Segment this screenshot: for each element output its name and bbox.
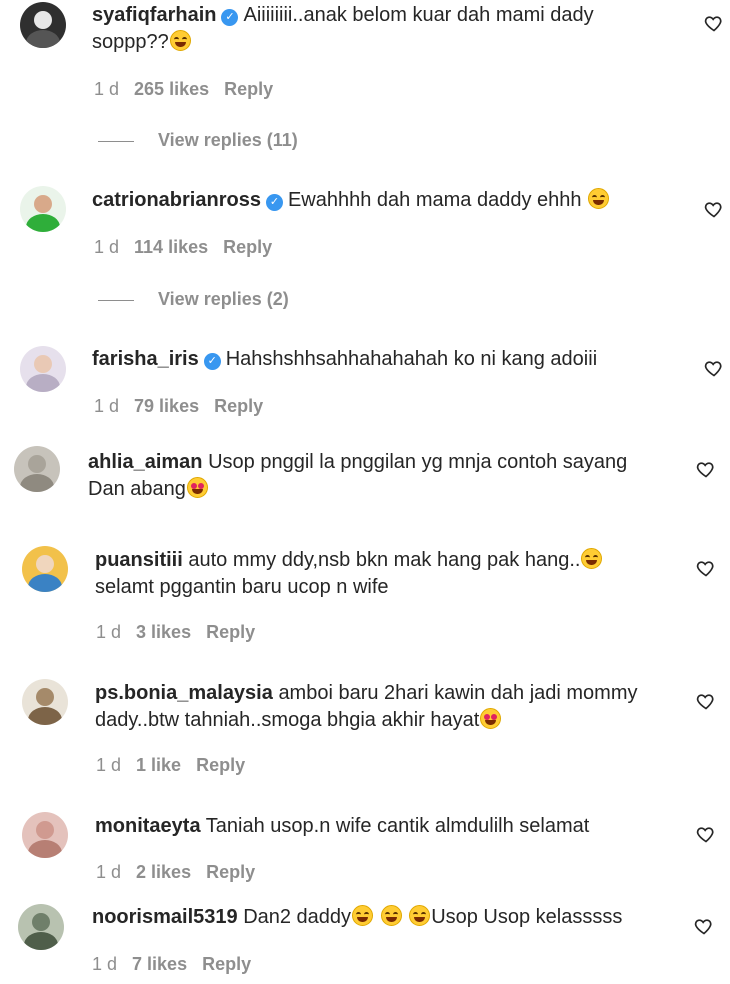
comment-meta: 1 d 265 likes Reply [94, 78, 288, 100]
comment-time: 1 d [94, 237, 120, 257]
joy-emoji-icon [588, 188, 610, 209]
view-replies-label: View replies (2) [158, 289, 289, 309]
likes-count[interactable]: 3 likes [136, 622, 191, 642]
comment-body-part1: Dan2 daddy [243, 906, 352, 928]
avatar[interactable] [22, 812, 68, 858]
comment-body-part2: Usop Usop kelasssss [431, 906, 623, 928]
username[interactable]: ps.bonia_malaysia [95, 682, 273, 704]
comment-text: puansitiii auto mmy ddy,nsb bkn mak hang… [95, 547, 655, 601]
joy-emoji-icon [409, 905, 431, 926]
reply-button[interactable]: Reply [206, 862, 255, 882]
comment-time: 1 d [96, 755, 122, 775]
username[interactable]: puansitiii [95, 549, 183, 571]
username[interactable]: farisha_iris [92, 348, 199, 370]
comment-text: farisha_iris ✓ Hahshshhsahhahahahah ko ni … [92, 346, 652, 373]
avatar[interactable] [22, 679, 68, 725]
likes-count[interactable]: 114 likes [134, 237, 208, 257]
rofl-emoji-icon [581, 548, 603, 569]
comment-text: ahlia_aiman Usop pnggil la pnggilan yg m… [88, 449, 668, 503]
joy-emoji-icon [169, 30, 191, 51]
likes-count[interactable]: 2 likes [136, 862, 191, 882]
verified-badge-icon: ✓ [265, 194, 283, 211]
reply-button[interactable]: Reply [206, 622, 255, 642]
heart-outline-icon[interactable] [696, 558, 716, 578]
likes-count[interactable]: 7 likes [132, 954, 187, 974]
comment-meta: 1 d 7 likes Reply [92, 953, 266, 975]
joy-emoji-icon [380, 905, 402, 926]
comment-meta: 1 d 114 likes Reply [94, 236, 287, 258]
comment-time: 1 d [94, 79, 120, 99]
heart-outline-icon[interactable] [704, 358, 724, 378]
reply-button[interactable]: Reply [196, 755, 245, 775]
comment-text: noorismail5319 Dan2 daddy Usop Usop kela… [92, 904, 672, 931]
comment-body: Hahshshhsahhahahahah ko ni kang adoiii [225, 348, 598, 370]
comment-meta: 1 d 3 likes Reply [96, 621, 270, 643]
verified-badge-icon: ✓ [221, 9, 239, 26]
reply-button[interactable]: Reply [223, 237, 272, 257]
comment-body-line1: auto mmy ddy,nsb bkn mak hang pak hang.. [188, 549, 581, 571]
heart-outline-icon[interactable] [704, 13, 724, 33]
comment-body: Taniah usop.n wife cantik almdulilh sela… [205, 815, 590, 837]
comment-time: 1 d [96, 862, 122, 882]
avatar[interactable] [22, 546, 68, 592]
heart-outline-icon[interactable] [696, 459, 716, 479]
heart-eyes-emoji-icon [480, 708, 502, 729]
reply-button[interactable]: Reply [202, 954, 251, 974]
comment-text: catrionabrianross ✓ Ewahhhh dah mama daddy… [92, 187, 652, 214]
heart-outline-icon[interactable] [696, 824, 716, 844]
comment-body-line2: selamt pggantin baru ucop n wife [95, 576, 389, 598]
avatar[interactable] [14, 446, 60, 492]
likes-count[interactable]: 265 likes [134, 79, 209, 99]
comment-meta: 1 d 79 likes Reply [94, 395, 278, 417]
avatar[interactable] [18, 904, 64, 950]
view-replies-label: View replies (11) [158, 130, 298, 150]
verified-badge-icon: ✓ [203, 353, 221, 370]
comment-text: syafiqfarhain ✓ Aiiiiiiii..anak belom kuar… [92, 2, 652, 56]
username[interactable]: syafiqfarhain [92, 4, 216, 26]
comment-meta: 1 d 2 likes Reply [96, 861, 270, 883]
likes-count[interactable]: 79 likes [134, 396, 199, 416]
replies-divider [98, 299, 134, 301]
comment-time: 1 d [96, 622, 122, 642]
heart-outline-icon[interactable] [694, 916, 714, 936]
reply-button[interactable]: Reply [224, 79, 273, 99]
avatar[interactable] [20, 346, 66, 392]
avatar[interactable] [20, 186, 66, 232]
joy-emoji-icon [352, 905, 374, 926]
view-replies-button[interactable]: View replies (11) [98, 130, 298, 151]
comment-text: ps.bonia_malaysia amboi baru 2hari kawin… [95, 680, 665, 734]
username[interactable]: monitaeyta [95, 815, 201, 837]
comment-body: Ewahhhh dah mama daddy ehhh [287, 189, 582, 211]
username[interactable]: catrionabrianross [92, 189, 261, 211]
reply-button[interactable]: Reply [214, 396, 263, 416]
comment-text: monitaeyta Taniah usop.n wife cantik alm… [95, 813, 655, 840]
username[interactable]: noorismail5319 [92, 906, 238, 928]
heart-outline-icon[interactable] [704, 199, 724, 219]
comment-time: 1 d [94, 396, 120, 416]
username[interactable]: ahlia_aiman [88, 451, 203, 473]
heart-outline-icon[interactable] [696, 691, 716, 711]
replies-divider [98, 140, 134, 142]
avatar[interactable] [20, 2, 66, 48]
heart-eyes-emoji-icon [186, 477, 208, 498]
comment-time: 1 d [92, 954, 118, 974]
view-replies-button[interactable]: View replies (2) [98, 289, 289, 310]
comment-meta: 1 d 1 like Reply [96, 754, 260, 776]
likes-count[interactable]: 1 like [136, 755, 181, 775]
